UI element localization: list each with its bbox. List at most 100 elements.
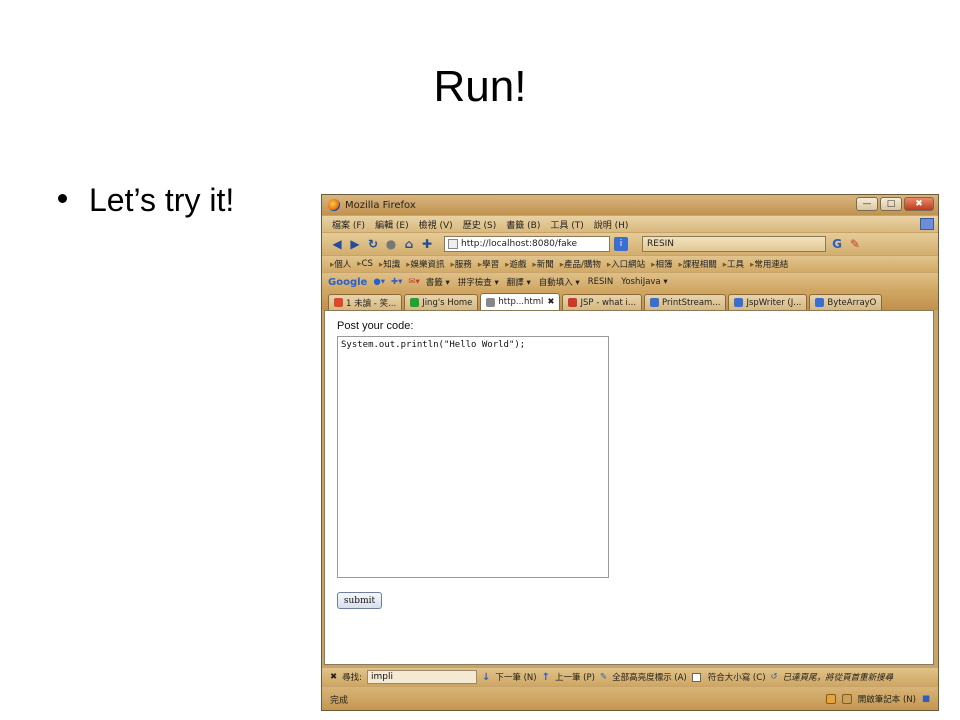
google-toolbar-item[interactable]: 自動填入 ▾ [539, 276, 580, 288]
find-close-icon[interactable]: ✖ [330, 672, 337, 682]
tab-strip: 1 未讀 - 笑... Jing's Home http...html ✖ JSP -… [322, 292, 938, 310]
browser-tab[interactable]: http...html ✖ [480, 293, 561, 310]
find-bar: ✖ 尋找: impli ↓ 下一筆 (N) ↑ 上一筆 (P) ✎ 全部高亮度標… [322, 668, 938, 686]
tab-label: PrintStream... [662, 297, 721, 308]
tab-favicon-icon [486, 297, 496, 307]
google-toolbar-item[interactable]: 書籤 ▾ [426, 276, 450, 288]
bookmark-folder[interactable]: 相簿 [651, 258, 672, 270]
search-engine-icon[interactable]: G [830, 237, 844, 251]
open-notebook-button[interactable]: 開啟筆記本 (N) [858, 693, 916, 705]
google-toolbar-item[interactable]: 翻譯 ▾ [507, 276, 531, 288]
status-extra-icon: ■ [921, 694, 930, 704]
bookmark-folder[interactable]: 產品/購物 [560, 258, 601, 270]
google-toolbar: Google ●▾ ✚▾ ✉▾ 書籤 ▾ 拼字檢查 ▾ 翻譯 ▾ 自動填入 ▾ RESI… [322, 273, 938, 291]
new-tab-icon[interactable]: ✚ [420, 237, 434, 251]
tab-label: Jing's Home [422, 297, 473, 308]
browser-tab[interactable]: PrintStream... [644, 294, 727, 310]
status-bar: 完成 開啟筆記本 (N) ■ [322, 687, 938, 710]
code-textarea[interactable] [337, 336, 609, 578]
tab-label: ByteArrayO [827, 297, 877, 308]
bookmark-folder[interactable]: 工具 [723, 258, 744, 270]
bookmark-folder[interactable]: 服務 [451, 258, 472, 270]
menu-item[interactable]: 說明 (H) [594, 218, 629, 231]
browser-tab[interactable]: ByteArrayO [809, 294, 883, 310]
bullet-text: Let’s try it! [89, 182, 235, 218]
menu-item[interactable]: 檔案 (F) [332, 218, 365, 231]
up-arrow-icon: ↑ [541, 671, 550, 683]
menu-item[interactable]: 編輯 (E) [375, 218, 409, 231]
highlight-icon: ✎ [599, 672, 608, 682]
bookmark-folder[interactable]: 常用連結 [750, 258, 788, 270]
activity-indicator-icon [920, 218, 934, 230]
google-logo[interactable]: Google [328, 277, 367, 288]
menu-item[interactable]: 書籤 (B) [506, 218, 540, 231]
browser-tab[interactable]: Jing's Home [404, 294, 479, 310]
find-next-button[interactable]: 下一筆 (N) [495, 671, 536, 683]
close-button[interactable]: ✖ [904, 197, 934, 211]
navigation-toolbar: ◀ ▶ ↻ ● ⌂ ✚ http://localhost:8080/fake i… [322, 233, 938, 255]
bookmark-folder[interactable]: 課程相關 [678, 258, 717, 270]
mail-icon[interactable]: ✉▾ [408, 277, 419, 287]
firefox-window: Mozilla Firefox — □ ✖ 檔案 (F) 編輯 (E) 檢視 (V)… [321, 194, 939, 711]
google-add-icon[interactable]: ✚▾ [391, 277, 402, 287]
tab-label: JspWriter (J... [746, 297, 802, 308]
tab-favicon-icon [568, 298, 578, 307]
url-bar[interactable]: http://localhost:8080/fake [444, 236, 610, 252]
bookmarks-toolbar: 個人 CS 知識娛樂資訊服務學習遊戲新聞產品/購物入口網站相簿課程相關工具常用連結 [322, 256, 938, 272]
maximize-button[interactable]: □ [880, 197, 902, 211]
search-bar[interactable]: RESIN [642, 236, 826, 252]
notebook-icon [841, 694, 852, 704]
google-toolbar-item[interactable]: 拼字檢查 ▾ [458, 276, 499, 288]
forward-arrow-icon[interactable]: ▶ [348, 237, 362, 251]
tab-label: http...html [498, 297, 544, 307]
reload-icon[interactable]: ↻ [366, 237, 380, 251]
url-text: http://localhost:8080/fake [461, 239, 578, 249]
page-content: Post your code: submit [324, 310, 934, 665]
status-text: 完成 [330, 695, 349, 706]
highlight-all-button[interactable]: 全部高亮度標示 (A) [612, 671, 687, 683]
bookmark-folder[interactable]: 新聞 [532, 258, 554, 270]
down-arrow-icon: ↓ [482, 671, 491, 683]
match-case-label: 符合大小寫 (C) [707, 673, 766, 683]
find-label: 尋找: [342, 673, 362, 683]
bookmark-folder[interactable]: 學習 [478, 258, 499, 270]
minimize-button[interactable]: — [856, 197, 878, 211]
find-input[interactable]: impli [367, 670, 477, 684]
tab-label: 1 未讀 - 笑... [346, 298, 397, 309]
back-arrow-icon[interactable]: ◀ [330, 237, 344, 251]
bookmark-folder[interactable]: CS [357, 259, 373, 269]
browser-tab[interactable]: 1 未讀 - 笑... [328, 294, 403, 310]
bookmark-folder[interactable]: 娛樂資訊 [406, 258, 445, 270]
search-engine-text: RESIN [647, 239, 675, 249]
submit-button[interactable]: submit [337, 592, 382, 609]
menu-item[interactable]: 檢視 (V) [419, 218, 453, 231]
bullet-dot-icon [58, 194, 67, 204]
google-search-icon[interactable]: ●▾ [373, 277, 385, 287]
tab-close-icon[interactable]: ✖ [547, 297, 554, 307]
browser-tab[interactable]: JspWriter (J... [728, 294, 808, 310]
page-favicon-icon [448, 239, 458, 249]
match-case-checkbox[interactable] [691, 672, 701, 682]
browser-tab[interactable]: JSP - what i... [562, 294, 643, 310]
bullet-item: Let’s try it! [58, 182, 234, 219]
bookmark-folder[interactable]: 遊戲 [505, 258, 526, 270]
google-toolbar-item[interactable]: RESIN [588, 277, 614, 287]
tab-favicon-icon [334, 298, 343, 307]
tab-favicon-icon [734, 298, 744, 307]
google-toolbar-item[interactable]: YoshiJava ▾ [621, 277, 667, 287]
find-prev-button[interactable]: 上一筆 (P) [555, 671, 595, 683]
tab-favicon-icon [410, 298, 420, 307]
menu-item[interactable]: 歷史 (S) [463, 218, 497, 231]
window-title: Mozilla Firefox [345, 199, 416, 211]
bookmark-folder[interactable]: 知識 [379, 258, 400, 270]
stop-icon[interactable]: ● [384, 237, 398, 251]
lock-icon [825, 694, 836, 704]
tab-label: JSP - what i... [580, 297, 637, 308]
info-icon[interactable]: i [614, 237, 628, 251]
bookmark-folder[interactable]: 入口網站 [607, 258, 645, 270]
menu-item[interactable]: 工具 (T) [550, 218, 583, 231]
notepad-icon[interactable]: ✎ [848, 237, 862, 251]
title-bar: Mozilla Firefox — □ ✖ [322, 195, 938, 215]
home-icon[interactable]: ⌂ [402, 237, 416, 251]
bookmark-folder[interactable]: 個人 [330, 258, 351, 270]
